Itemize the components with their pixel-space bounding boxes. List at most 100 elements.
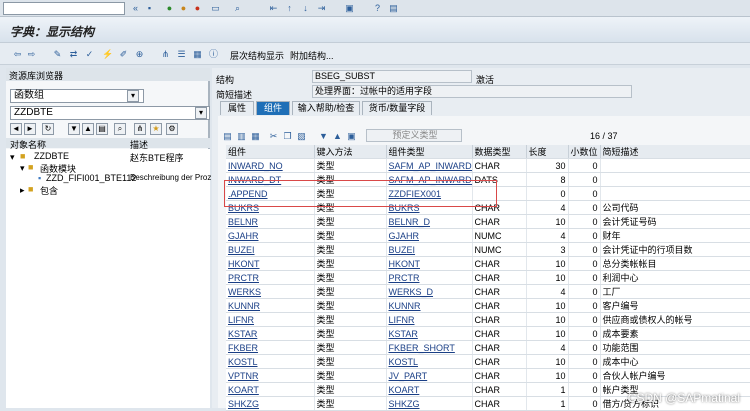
component-cell[interactable]: BELNR: [226, 214, 315, 230]
component-type-cell[interactable]: HKONT: [386, 256, 473, 272]
table-row[interactable]: WERKS 类型 WERKS_D CHAR 4 0 工厂: [226, 284, 750, 300]
table-row[interactable]: GJAHR 类型 GJAHR NUMC 4 0 财年: [226, 228, 750, 244]
paste-icon[interactable]: ▧: [296, 131, 307, 142]
navigator-icon[interactable]: ▦: [192, 49, 203, 60]
component-cell[interactable]: INWARD_NO: [226, 158, 315, 174]
new-session-icon[interactable]: ▣: [344, 3, 355, 14]
copy-icon[interactable]: ❐: [282, 131, 293, 142]
table-row[interactable]: FKBER 类型 FKBER_SHORT CHAR 4 0 功能范围: [226, 340, 750, 356]
info-icon[interactable]: ⓘ: [208, 49, 219, 60]
hierarchy-icon[interactable]: ⋔: [160, 49, 171, 60]
exit-icon[interactable]: ●: [178, 3, 189, 14]
layout-icon[interactable]: ▤: [388, 3, 399, 14]
command-field[interactable]: [3, 2, 125, 15]
tree-icon[interactable]: ⋔: [134, 123, 146, 135]
where-used-icon[interactable]: ⊕: [134, 49, 145, 60]
dropdown-icon[interactable]: ▾: [195, 107, 207, 119]
append-row-icon[interactable]: ▤: [222, 131, 233, 142]
component-type-cell[interactable]: SAFM_AP_INWARD_: [386, 158, 473, 174]
tab-attributes[interactable]: 属性: [220, 101, 254, 115]
typing-method-cell[interactable]: 类型: [314, 214, 387, 230]
activate-icon[interactable]: ⚡: [102, 49, 113, 60]
typing-method-cell[interactable]: 类型: [314, 284, 387, 300]
component-cell[interactable]: HKONT: [226, 256, 315, 272]
typing-method-cell[interactable]: 类型: [314, 242, 387, 258]
tree-node-function[interactable]: ZZD_FIFI001_BTE112: [46, 173, 136, 183]
predefined-type-button[interactable]: 预定义类型: [366, 129, 462, 142]
sort-up-icon[interactable]: ▲: [332, 131, 343, 142]
col-data-type[interactable]: 数据类型: [472, 145, 527, 160]
component-cell[interactable]: WERKS: [226, 284, 315, 300]
back-arrow-icon[interactable]: ⇦: [12, 49, 23, 60]
cancel-icon[interactable]: ●: [192, 3, 203, 14]
settings-icon[interactable]: ⚙: [166, 123, 178, 135]
object-list-icon[interactable]: ☰: [176, 49, 187, 60]
insert-row-icon[interactable]: ▥: [236, 131, 247, 142]
component-type-cell[interactable]: BUZEI: [386, 242, 473, 258]
next-page-icon[interactable]: ↓: [300, 3, 311, 14]
component-cell[interactable]: FKBER: [226, 340, 315, 356]
delete-row-icon[interactable]: ▦: [250, 131, 261, 142]
tab-components[interactable]: 组件: [256, 101, 290, 115]
tree-expand-icon[interactable]: ▾: [20, 163, 25, 174]
component-type-cell[interactable]: SHKZG: [386, 396, 473, 411]
table-row[interactable]: INWARD_NO 类型 SAFM_AP_INWARD_ CHAR 30 0: [226, 158, 750, 174]
filter-icon[interactable]: ▣: [346, 131, 357, 142]
first-page-icon[interactable]: ⇤: [268, 3, 279, 14]
component-cell[interactable]: GJAHR: [226, 228, 315, 244]
col-short-desc[interactable]: 简短描述: [600, 145, 750, 160]
prev-page-icon[interactable]: ↑: [284, 3, 295, 14]
component-type-cell[interactable]: LIFNR: [386, 312, 473, 328]
save-icon[interactable]: ▪: [144, 3, 155, 14]
find-icon[interactable]: ⌕: [232, 3, 243, 14]
component-type-cell[interactable]: BELNR_D: [386, 214, 473, 230]
tree-expand-icon[interactable]: ▸: [20, 185, 25, 196]
expand-icon[interactable]: ▲: [82, 123, 94, 135]
typing-method-cell[interactable]: 类型: [314, 158, 387, 174]
other-object-icon[interactable]: ✎: [52, 49, 63, 60]
tab-input-help[interactable]: 输入帮助/检查: [292, 101, 360, 115]
component-type-cell[interactable]: FKBER_SHORT: [386, 340, 473, 356]
refresh-icon[interactable]: ↻: [42, 123, 54, 135]
typing-method-cell[interactable]: 类型: [314, 396, 387, 411]
cut-icon[interactable]: ✂: [268, 131, 279, 142]
display-icon[interactable]: ▤: [96, 123, 108, 135]
display-change-icon[interactable]: ⇄: [68, 49, 79, 60]
component-type-cell[interactable]: KSTAR: [386, 326, 473, 342]
tab-currency-fields[interactable]: 货币/数量字段: [362, 101, 432, 115]
typing-method-cell[interactable]: 类型: [314, 340, 387, 356]
typing-method-cell[interactable]: 类型: [314, 326, 387, 342]
col-typing-method[interactable]: 键入方法: [314, 145, 387, 160]
component-cell[interactable]: KUNNR: [226, 298, 315, 314]
col-length[interactable]: 长度: [526, 145, 569, 160]
component-cell[interactable]: KOSTL: [226, 354, 315, 370]
component-type-cell[interactable]: JV_PART: [386, 368, 473, 384]
component-cell[interactable]: VPTNR: [226, 368, 315, 384]
component-cell[interactable]: SHKZG: [226, 396, 315, 411]
component-type-cell[interactable]: KOSTL: [386, 354, 473, 370]
table-row[interactable]: KUNNR 类型 KUNNR CHAR 10 0 客户编号: [226, 298, 750, 314]
component-type-cell[interactable]: KOART: [386, 382, 473, 398]
help-icon[interactable]: ?: [372, 3, 383, 14]
table-row[interactable]: HKONT 类型 HKONT CHAR 10 0 总分类帐帐目: [226, 256, 750, 272]
col-component[interactable]: 组件: [226, 145, 315, 160]
collapse-icon[interactable]: ▼: [68, 123, 80, 135]
component-cell[interactable]: BUZEI: [226, 242, 315, 258]
tree-node-includes[interactable]: 包含: [40, 184, 58, 197]
last-page-icon[interactable]: ⇥: [316, 3, 327, 14]
component-type-cell[interactable]: GJAHR: [386, 228, 473, 244]
component-cell[interactable]: KSTAR: [226, 326, 315, 342]
double-left-icon[interactable]: «: [130, 3, 141, 14]
component-type-cell[interactable]: WERKS_D: [386, 284, 473, 300]
component-type-cell[interactable]: PRCTR: [386, 270, 473, 286]
table-row[interactable]: KSTAR 类型 KSTAR CHAR 10 0 成本要素: [226, 326, 750, 342]
table-row[interactable]: KOSTL 类型 KOSTL CHAR 10 0 成本中心: [226, 354, 750, 370]
forward-arrow-icon[interactable]: ⇨: [26, 49, 37, 60]
tree-node-zzdbte[interactable]: ZZDBTE: [34, 151, 69, 161]
col-component-type[interactable]: 组件类型: [386, 145, 473, 160]
object-name-input[interactable]: ZZDBTE: [10, 106, 210, 120]
component-cell[interactable]: LIFNR: [226, 312, 315, 328]
forward-icon[interactable]: ►: [24, 123, 36, 135]
typing-method-cell[interactable]: 类型: [314, 382, 387, 398]
typing-method-cell[interactable]: 类型: [314, 312, 387, 328]
